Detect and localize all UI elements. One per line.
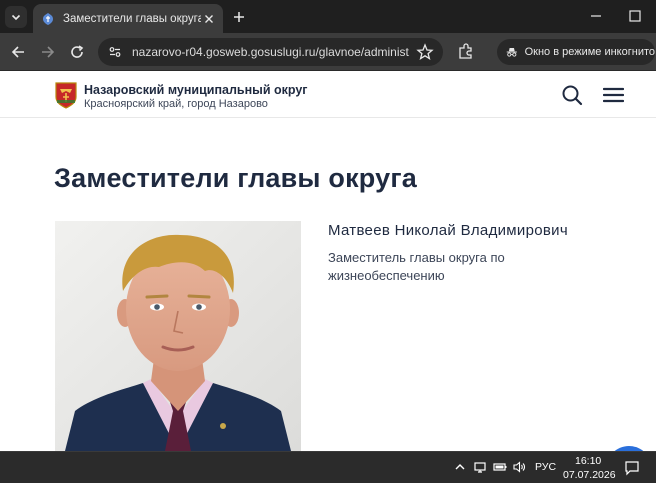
network-icon[interactable] [473, 460, 487, 474]
browser-toolbar: nazarovo-r04.gosweb.gosuslugi.ru/glavnoe… [0, 33, 656, 71]
reload-button[interactable] [67, 42, 87, 62]
incognito-icon [506, 48, 517, 57]
site-name[interactable]: Назаровский муниципальный округ [84, 83, 308, 97]
chevron-up-icon[interactable] [453, 460, 467, 474]
browser-tabbar: Заместители главы округа [0, 0, 656, 33]
clock-date[interactable]: 07.07.2026 [563, 469, 616, 481]
tab-close-button[interactable] [201, 11, 217, 27]
arrow-right-icon [42, 46, 55, 58]
battery-icon[interactable] [493, 460, 507, 474]
address-bar[interactable]: nazarovo-r04.gosweb.gosuslugi.ru/glavnoe… [98, 38, 443, 66]
portrait-image [55, 221, 301, 451]
bookmark-star-icon[interactable] [416, 43, 434, 61]
site-info-icon[interactable] [108, 45, 122, 59]
new-tab-button[interactable] [230, 8, 248, 26]
back-button[interactable] [8, 42, 28, 62]
person-name[interactable]: Матвеев Николай Владимирович [328, 222, 568, 239]
input-language[interactable]: РУС [535, 461, 556, 473]
tab-list-button[interactable] [5, 6, 27, 28]
incognito-label: Окно в режиме инкогнито [524, 46, 655, 58]
person-role: Заместитель главы округа по жизнеобеспеч… [328, 250, 505, 283]
site-region: Красноярский край, город Назарово [84, 98, 268, 110]
os-taskbar: РУС 16:10 07.07.2026 [0, 451, 656, 483]
browser-tab-active[interactable]: Заместители главы округа [33, 4, 223, 33]
incognito-indicator[interactable]: Окно в режиме инкогнито [497, 39, 655, 65]
coat-of-arms-icon[interactable] [54, 81, 78, 109]
close-icon [205, 14, 213, 23]
chevron-down-icon [11, 14, 21, 21]
search-icon[interactable] [561, 84, 583, 106]
forward-button[interactable] [38, 42, 58, 62]
hamburger-menu-icon[interactable] [603, 86, 624, 104]
person-photo [55, 221, 301, 451]
gosuslugi-emblem-icon [43, 12, 53, 25]
minimize-window-icon[interactable] [590, 10, 602, 22]
tab-title: Заместители главы округа [63, 12, 201, 25]
page-title: Заместители главы округа [54, 163, 418, 193]
maximize-window-icon[interactable] [628, 9, 642, 23]
reload-icon [71, 45, 84, 58]
plus-icon [234, 12, 244, 22]
volume-icon[interactable] [512, 460, 526, 474]
extensions-puzzle-icon[interactable] [456, 42, 476, 62]
site-header: Назаровский муниципальный округ Краснояр… [0, 71, 656, 118]
clock-time[interactable]: 16:10 [575, 455, 601, 467]
notifications-icon[interactable] [624, 460, 640, 476]
arrow-left-icon [11, 46, 24, 58]
url-text: nazarovo-r04.gosweb.gosuslugi.ru/glavnoe… [132, 45, 410, 59]
